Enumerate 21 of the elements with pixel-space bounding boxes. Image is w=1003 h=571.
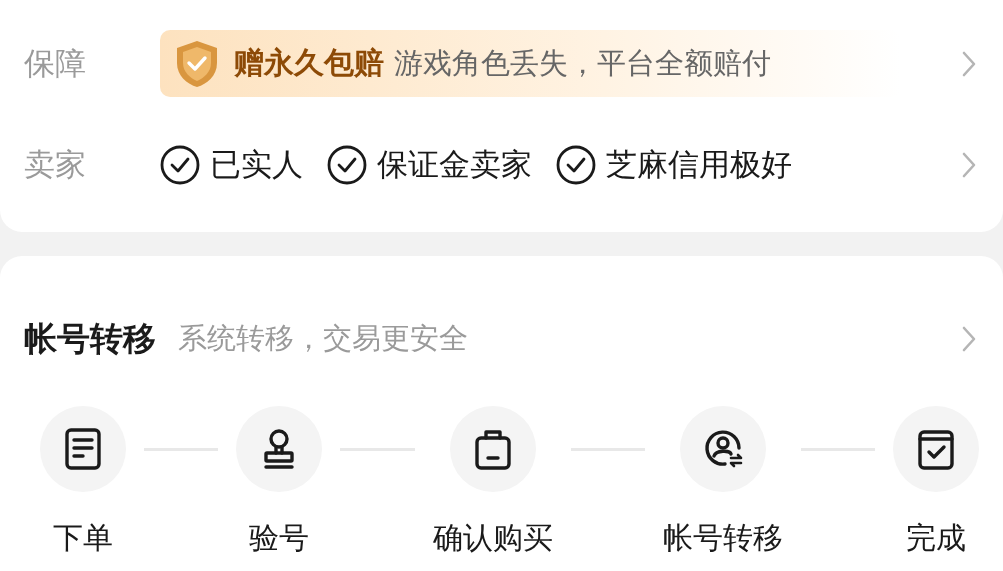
step-label: 确认购买 bbox=[432, 519, 553, 557]
seller-badge-text: 已实人 bbox=[210, 144, 303, 184]
guarantee-text: 游戏角色丢失，平台全额赔付 bbox=[394, 44, 771, 82]
chevron-right-icon[interactable] bbox=[961, 150, 977, 179]
seller-label: 卖家 bbox=[24, 144, 87, 184]
seller-badge-text: 保证金卖家 bbox=[377, 144, 532, 184]
check-circle-icon bbox=[160, 144, 200, 185]
section-subtitle: 系统转移，交易更安全 bbox=[178, 320, 468, 357]
section-title: 帐号转移 bbox=[24, 317, 156, 360]
guarantee-label: 保障 bbox=[24, 43, 87, 83]
seller-badge-text: 芝麻信用极好 bbox=[606, 144, 792, 184]
chevron-right-icon[interactable] bbox=[961, 325, 977, 353]
chevron-right-icon[interactable] bbox=[961, 49, 977, 78]
step-label: 下单 bbox=[53, 519, 113, 557]
guarantee-highlight: 赠永久包赔 bbox=[234, 44, 384, 82]
shield-check-icon bbox=[174, 38, 220, 89]
step-label: 完成 bbox=[906, 519, 966, 557]
check-circle-icon bbox=[556, 144, 596, 185]
step-label: 验号 bbox=[249, 519, 310, 557]
check-circle-icon bbox=[327, 144, 367, 185]
step-label: 帐号转移 bbox=[662, 519, 783, 557]
